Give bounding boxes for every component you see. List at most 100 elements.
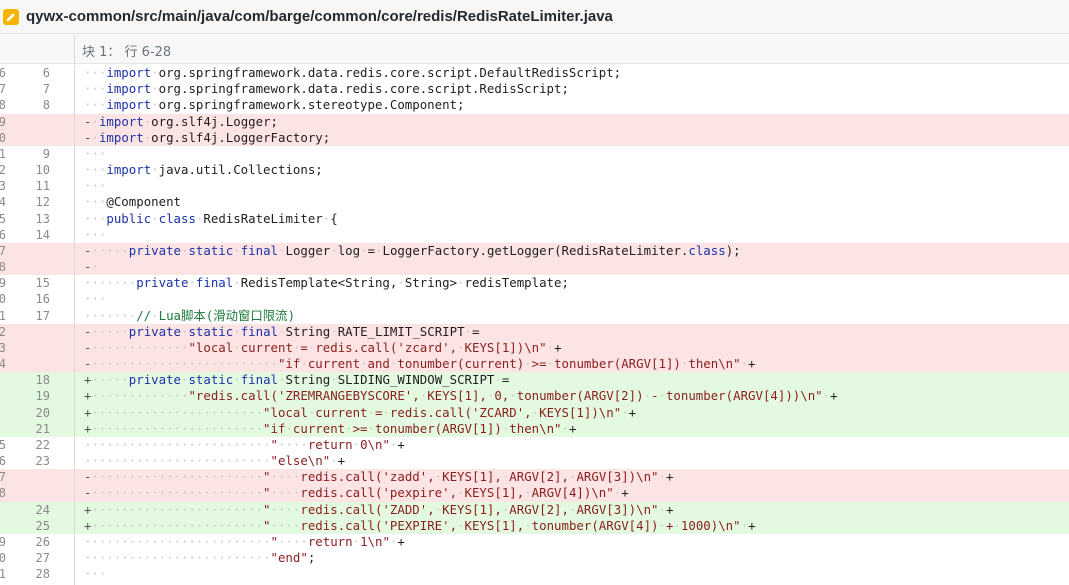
diff-line-context[interactable]: 31 28 ··· xyxy=(0,566,1069,582)
old-line-number: 18 xyxy=(0,260,6,275)
diff-line-added[interactable]: 25 +·······················"····redis.cal… xyxy=(0,517,1069,534)
old-line-number: 31 xyxy=(0,567,6,582)
old-line-number: 9 xyxy=(0,114,6,129)
diff-line-context[interactable]: 30 27 ·························"end"; xyxy=(0,550,1069,566)
code-text: +·····private·static·final·String·SLIDIN… xyxy=(84,372,510,388)
code-text: +·······················"local·current·=… xyxy=(84,404,637,420)
diff-line-deleted[interactable]: 9 -·import·org.slf4j.Logger; xyxy=(0,113,1069,130)
old-line-number: 25 xyxy=(0,437,6,452)
code-text: ·························"····return·0\n… xyxy=(84,436,405,452)
old-line-number: 23 xyxy=(0,340,6,355)
old-line-number: 15 xyxy=(0,211,6,226)
code-text: +·············"redis.call('ZREMRANGEBYSC… xyxy=(84,388,838,404)
code-text: -·····private·static·final·String·RATE_L… xyxy=(84,323,480,339)
old-line-number: 8 xyxy=(0,98,6,113)
old-line-number: 6 xyxy=(0,66,6,80)
old-line-number: 13 xyxy=(0,179,6,194)
new-line-number: 28 xyxy=(35,567,50,582)
diff-line-context[interactable]: 26 23 ·························"else\n"·+ xyxy=(0,453,1069,469)
diff-line-context[interactable]: 14 12 ···@Component xyxy=(0,194,1069,210)
code-text: ···import·org.springframework.data.redis… xyxy=(84,81,569,97)
new-line-number: 18 xyxy=(35,373,50,388)
new-line-number: 13 xyxy=(35,211,50,226)
diff-line-deleted[interactable]: 23 -·············"local·current·=·redis.c… xyxy=(0,339,1069,357)
code-text: ·························"else\n"·+ xyxy=(84,453,346,469)
code-text: -· xyxy=(84,259,99,275)
diff-line-deleted[interactable]: 27 -·······················"····redis.cal… xyxy=(0,469,1069,486)
old-line-number: 22 xyxy=(0,324,6,339)
code-text: ··· xyxy=(84,145,107,161)
new-line-number: 16 xyxy=(35,292,50,307)
code-text: ·······private·final·RedisTemplate<Strin… xyxy=(84,275,569,291)
diff-line-added[interactable]: 20 +·······················"local·current… xyxy=(0,404,1069,421)
old-line-number: 26 xyxy=(0,454,6,469)
old-line-number: 28 xyxy=(0,486,6,501)
diff-line-context[interactable]: 20 16 ··· xyxy=(0,291,1069,307)
new-line-number: 11 xyxy=(35,179,50,194)
old-line-number: 24 xyxy=(0,357,6,372)
diff-line-context[interactable]: 12 10 ···import·java.util.Collections; xyxy=(0,162,1069,178)
old-line-number: 30 xyxy=(0,551,6,566)
old-line-number: 20 xyxy=(0,292,6,307)
code-text: ···import·org.springframework.data.redis… xyxy=(84,65,622,80)
diff-line-deleted[interactable]: 22 -·····private·static·final·String·RATE… xyxy=(0,323,1069,340)
code-text: -·import·org.slf4j.LoggerFactory; xyxy=(84,129,331,145)
code-text: ·························"end"; xyxy=(84,550,316,566)
code-text: ···import·java.util.Collections; xyxy=(84,162,323,178)
new-line-number: 7 xyxy=(42,82,50,97)
diff-line-context[interactable]: 29 26 ·························"····return… xyxy=(0,534,1069,550)
code-text: ··· xyxy=(84,226,107,242)
diff-line-added[interactable]: 18 +·····private·static·final·String·SLID… xyxy=(0,372,1069,389)
new-line-number: 10 xyxy=(35,163,50,178)
diff-line-deleted[interactable]: 10 -·import·org.slf4j.LoggerFactory; xyxy=(0,129,1069,146)
diff-line-deleted[interactable]: 24 -·························"if·current·… xyxy=(0,356,1069,373)
diff-line-context[interactable]: 7 7 ···import·org.springframework.data.red… xyxy=(0,81,1069,97)
diff-line-deleted[interactable]: 28 -·······················"····redis.cal… xyxy=(0,485,1069,502)
old-line-number: 17 xyxy=(0,243,6,258)
new-line-number: 17 xyxy=(35,308,50,323)
new-line-number: 12 xyxy=(35,195,50,210)
hunk-label: 块 1： 行 6-28 xyxy=(82,45,172,60)
old-line-number: 27 xyxy=(0,470,6,485)
new-line-number: 24 xyxy=(35,502,50,517)
diff-line-deleted[interactable]: 18 -· xyxy=(0,259,1069,276)
code-text: +·······················"if·current·>=·t… xyxy=(84,420,577,436)
diff-line-context[interactable]: 8 8 ···import·org.springframework.stereoty… xyxy=(0,97,1069,113)
new-line-number: 14 xyxy=(35,227,50,242)
old-line-number: 10 xyxy=(0,130,6,145)
code-text: ··· xyxy=(84,178,107,194)
new-line-number: 23 xyxy=(35,454,50,469)
old-line-number: 19 xyxy=(0,276,6,291)
code-text: -·····private·static·final·Logger·log·=·… xyxy=(84,242,741,258)
diff-line-added[interactable]: 24 +·······················"····redis.cal… xyxy=(0,501,1069,518)
code-text: ··· xyxy=(84,291,107,307)
diff-line-context[interactable]: 6 6 ···import·org.springframework.data.red… xyxy=(0,65,1069,81)
diff-line-context[interactable]: 13 11 ··· xyxy=(0,178,1069,194)
new-line-number: 22 xyxy=(35,437,50,452)
code-text: +·······················"····redis.call(… xyxy=(84,501,674,517)
old-line-number: 16 xyxy=(0,227,6,242)
code-text: ···import·org.springframework.stereotype… xyxy=(84,97,465,113)
diff-line-added[interactable]: 21 +·······················"if·current·>=… xyxy=(0,420,1069,437)
code-text: ··· xyxy=(84,566,107,582)
gutter-divider xyxy=(74,65,75,585)
diff-line-context[interactable]: 11 9 ··· xyxy=(0,146,1069,162)
new-line-number: 15 xyxy=(35,276,50,291)
code-text: ·······//·Lua脚本(滑动窗口限流) xyxy=(84,307,296,323)
diff-line-context[interactable]: 16 14 ··· xyxy=(0,227,1069,243)
file-header: qywx-common/src/main/java/com/barge/comm… xyxy=(0,0,1069,34)
new-line-number: 19 xyxy=(35,389,50,404)
diff-line-context[interactable]: 25 22 ·························"····return… xyxy=(0,437,1069,453)
code-text: +·······················"····redis.call(… xyxy=(84,517,756,533)
diff-line-context[interactable]: 19 15 ·······private·final·RedisTemplate<S… xyxy=(0,275,1069,291)
diff-line-context[interactable]: 15 13 ···public·class·RedisRateLimiter·{ xyxy=(0,211,1069,227)
diff-line-deleted[interactable]: 17 -·····private·static·final·Logger·log·… xyxy=(0,242,1069,260)
diff-view[interactable]: 6 6 ···import·org.springframework.data.red… xyxy=(0,65,1069,585)
file-path[interactable]: qywx-common/src/main/java/com/barge/comm… xyxy=(26,8,613,25)
old-line-number: 7 xyxy=(0,82,6,97)
old-line-number: 21 xyxy=(0,308,6,323)
diff-line-context[interactable]: 21 17 ·······//·Lua脚本(滑动窗口限流) xyxy=(0,308,1069,324)
old-line-number: 29 xyxy=(0,534,6,549)
new-line-number: 20 xyxy=(35,405,50,420)
diff-line-added[interactable]: 19 +·············"redis.call('ZREMRANGEBY… xyxy=(0,388,1069,405)
